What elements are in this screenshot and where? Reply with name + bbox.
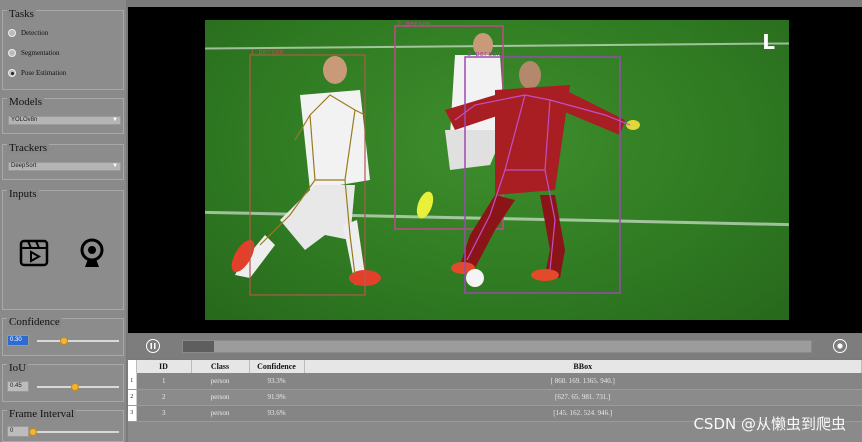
cell-class: person xyxy=(191,373,249,390)
chevron-down-icon: ▼ xyxy=(112,163,118,169)
radio-icon[interactable] xyxy=(8,29,16,37)
radio-pose-estimation[interactable]: Pose Estimation xyxy=(8,69,66,77)
bbox-label-1: 1 person xyxy=(250,49,284,57)
progress-fill xyxy=(183,341,215,352)
playback-controls xyxy=(128,334,862,358)
models-group: Models YOLOv8n ▼ xyxy=(2,96,124,134)
tasks-group: Tasks Detection Segmentation Pose Estima… xyxy=(2,8,124,90)
row-number: 3 xyxy=(128,405,137,422)
cell-bbox: [627. 65. 981. 731.] xyxy=(304,389,862,406)
cell-id: 2 xyxy=(136,389,191,406)
chevron-down-icon: ▼ xyxy=(112,117,118,123)
frame-interval-spinbox[interactable]: 0 xyxy=(7,426,29,437)
tracker-select-value: DeepSort xyxy=(11,163,37,169)
bbox-label-2: 2 person xyxy=(397,21,431,29)
frame-interval-slider-track[interactable] xyxy=(31,431,119,433)
table-row[interactable]: 2 2 person 91.9% [627. 65. 981. 731.] xyxy=(128,389,862,406)
radio-detection[interactable]: Detection xyxy=(8,29,48,37)
tracker-select[interactable]: DeepSort ▼ xyxy=(8,162,121,171)
cell-class: person xyxy=(191,389,249,406)
video-frame-image: L 1 person 2 person 3 person xyxy=(205,20,789,320)
model-select-value: YOLOv8n xyxy=(11,117,38,123)
sidebar: Tasks Detection Segmentation Pose Estima… xyxy=(0,0,126,442)
radio-segmentation[interactable]: Segmentation xyxy=(8,49,60,57)
iou-slider-handle[interactable] xyxy=(71,383,79,391)
watermark: CSDN @从懒虫到爬虫 xyxy=(693,415,846,433)
model-select[interactable]: YOLOv8n ▼ xyxy=(8,116,121,125)
radio-label: Pose Estimation xyxy=(21,69,67,77)
cell-confidence: 91.9% xyxy=(249,389,304,406)
detections-svg: 1 person 2 person 3 person xyxy=(231,21,640,296)
models-title: Models xyxy=(7,96,44,108)
tasks-title: Tasks xyxy=(7,8,36,20)
radio-icon[interactable] xyxy=(8,49,16,57)
confidence-spinbox[interactable]: 0.30 xyxy=(7,335,29,346)
row-number: 1 xyxy=(128,373,137,390)
trackers-group: Trackers DeepSort ▼ xyxy=(2,142,124,180)
iou-group: IoU 0.45 xyxy=(2,362,124,402)
video-file-icon[interactable] xyxy=(19,237,51,269)
radio-label: Segmentation xyxy=(21,49,60,57)
cell-id: 3 xyxy=(136,405,191,422)
bbox-label-3: 3 person xyxy=(467,51,501,59)
confidence-slider-handle[interactable] xyxy=(60,337,68,345)
confidence-slider-track[interactable] xyxy=(37,340,119,342)
frame-interval-title: Frame Interval xyxy=(7,408,77,420)
player-1: 1 person xyxy=(231,49,381,296)
frame-interval-slider-handle[interactable] xyxy=(29,428,37,436)
cell-confidence: 93.6% xyxy=(249,405,304,422)
inputs-title: Inputs xyxy=(7,188,39,200)
table-header: ID Class Confidence BBox xyxy=(128,360,862,373)
webcam-icon[interactable] xyxy=(77,237,107,269)
iou-title: IoU xyxy=(7,362,29,374)
table-row[interactable]: 1 1 person 93.3% [ 860. 169. 1365. 940.] xyxy=(128,373,862,390)
radio-icon[interactable] xyxy=(8,69,16,77)
progress-bar[interactable] xyxy=(182,340,812,353)
row-number: 2 xyxy=(128,389,137,406)
trackers-title: Trackers xyxy=(7,142,50,154)
inputs-group: Inputs xyxy=(2,188,124,310)
col-header-class[interactable]: Class xyxy=(191,360,250,373)
record-icon[interactable] xyxy=(833,339,847,353)
confidence-title: Confidence xyxy=(7,316,62,328)
col-header-confidence[interactable]: Confidence xyxy=(249,360,305,373)
pause-icon[interactable] xyxy=(146,339,160,353)
corner-cell xyxy=(128,360,137,373)
frame-interval-group: Frame Interval 0 xyxy=(2,408,124,442)
cell-id: 1 xyxy=(136,373,191,390)
radio-label: Detection xyxy=(21,29,49,37)
cell-bbox: [ 860. 169. 1365. 940.] xyxy=(304,373,862,390)
iou-spinbox[interactable]: 0.45 xyxy=(7,381,29,392)
cell-confidence: 93.3% xyxy=(249,373,304,390)
col-header-bbox[interactable]: BBox xyxy=(304,360,862,373)
cell-class: person xyxy=(191,405,249,422)
col-header-id[interactable]: ID xyxy=(136,360,192,373)
confidence-group: Confidence 0.30 xyxy=(2,316,124,356)
